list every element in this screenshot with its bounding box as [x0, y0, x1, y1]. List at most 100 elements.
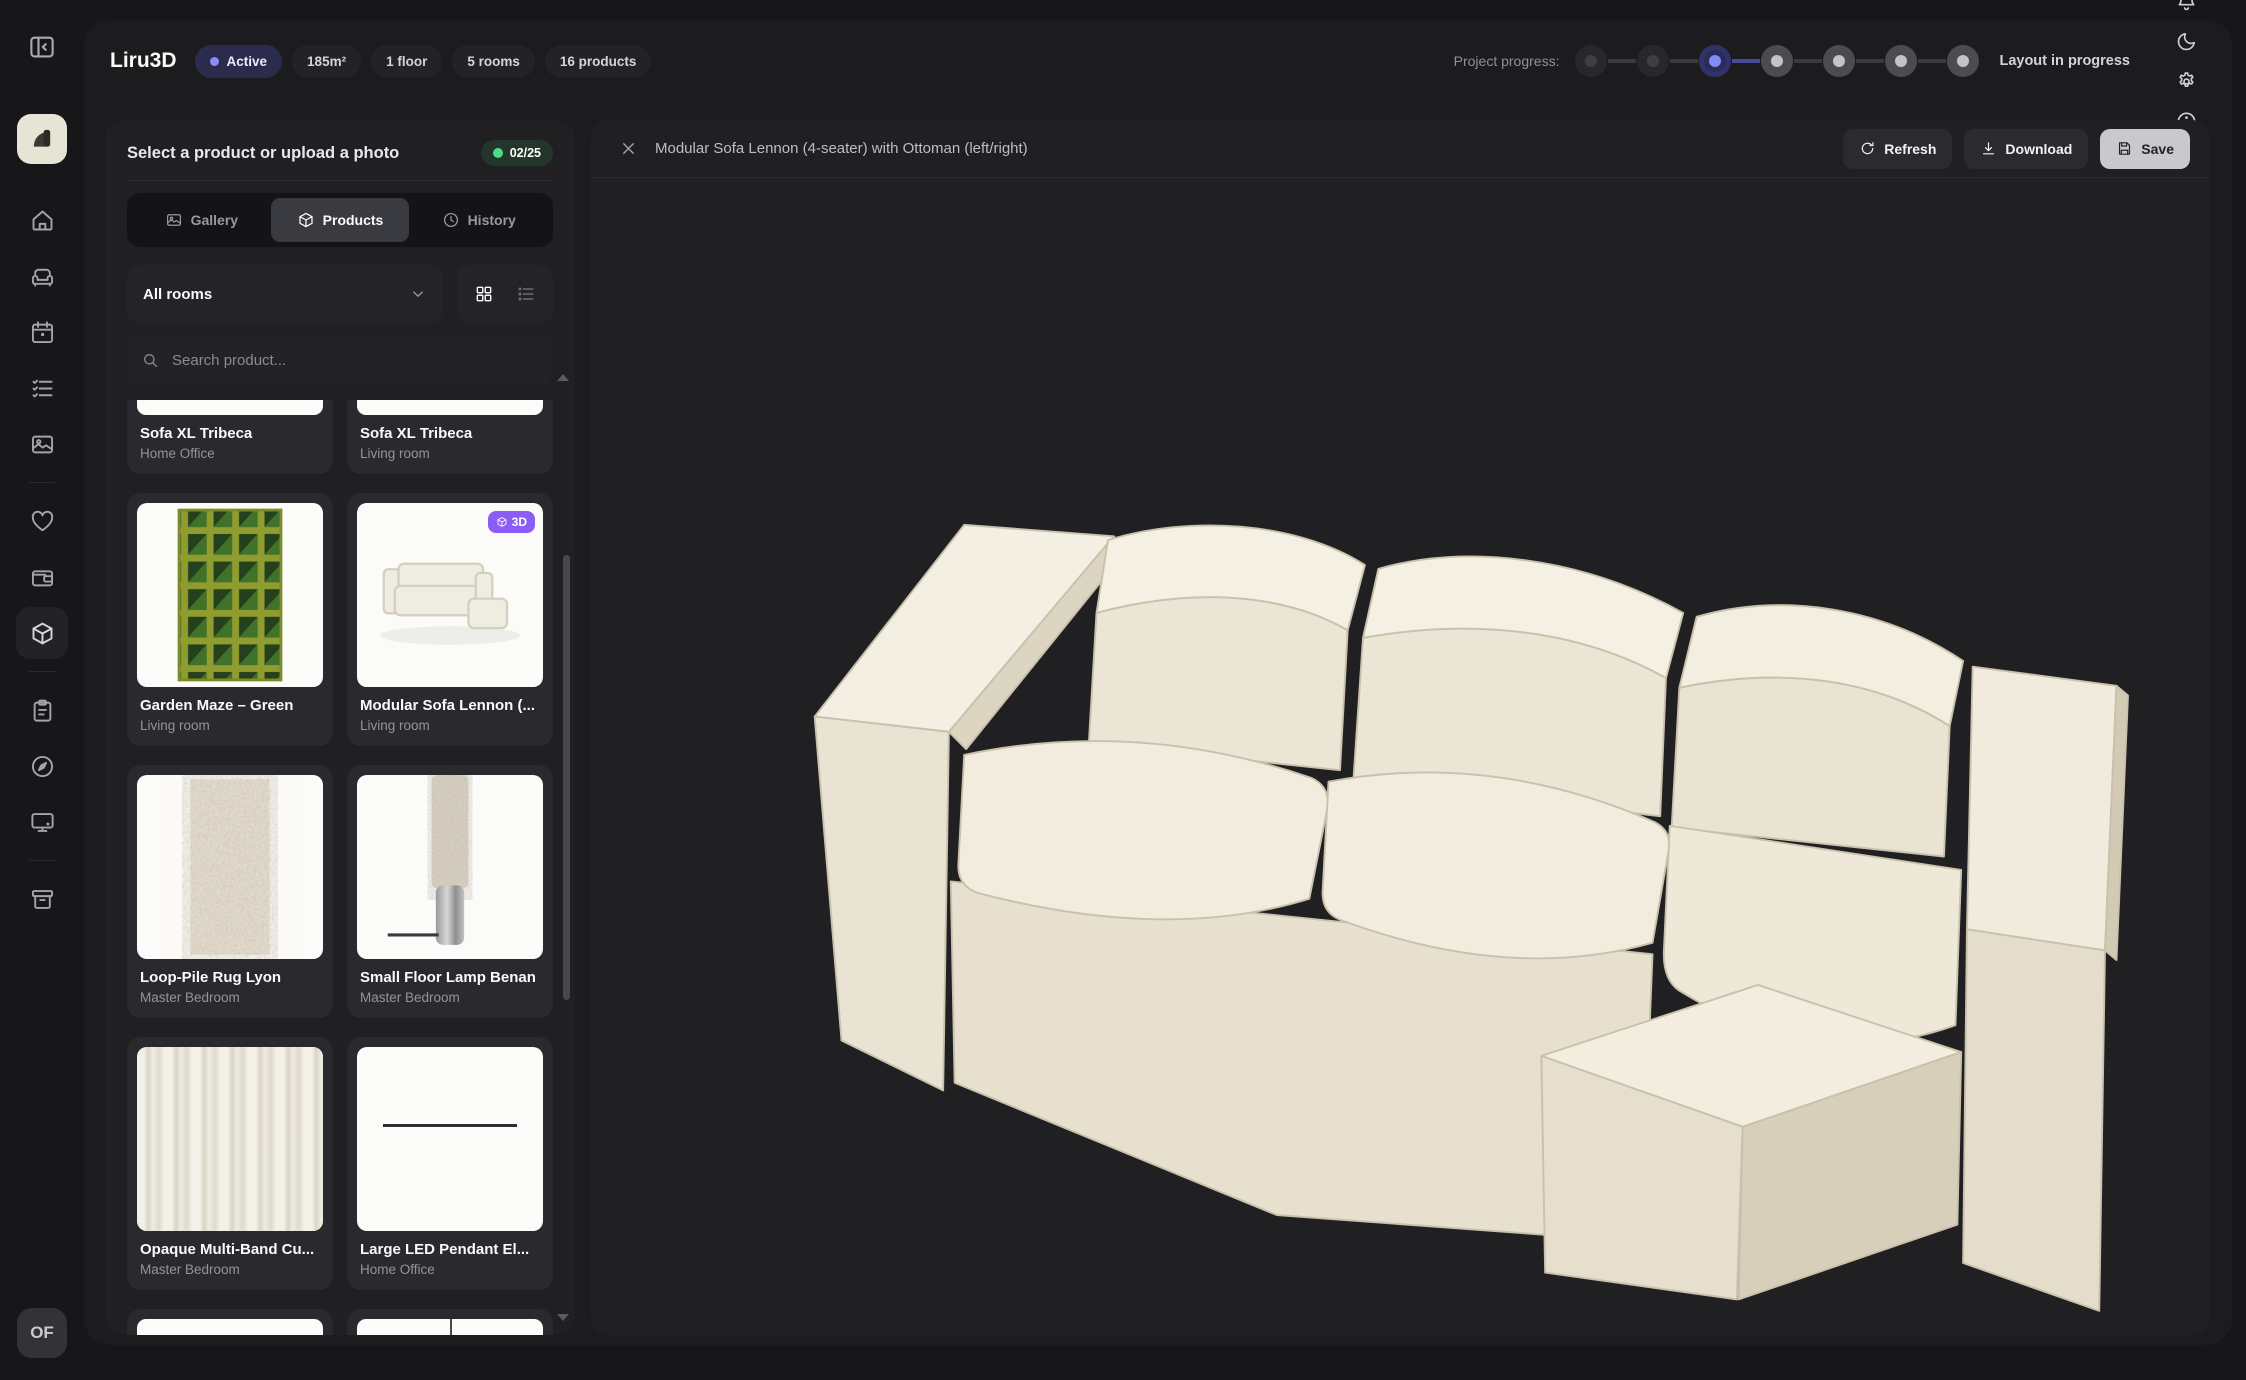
product-card[interactable]: 3DModular Sofa Lennon (... Living room: [347, 493, 553, 746]
product-name: Small Floor Lamp Benan: [347, 959, 553, 986]
sidebar-item-calendar[interactable]: [16, 306, 68, 358]
sidebar-item-tasks[interactable]: [16, 362, 68, 414]
progress-connector: [1918, 59, 1946, 63]
progress-dot-2[interactable]: [1637, 45, 1669, 77]
project-badge-0: 185m²: [292, 45, 361, 78]
user-avatar[interactable]: OF: [17, 1308, 67, 1358]
project-badge-3: 16 products: [545, 45, 652, 78]
download-button[interactable]: Download: [1964, 129, 2088, 169]
sidebar-item-archive[interactable]: [16, 873, 68, 925]
product-name: Sofa XL Tribeca: [347, 415, 553, 442]
sidebar-nav: [16, 192, 68, 927]
progress-dot-7[interactable]: [1947, 45, 1979, 77]
sidebar-item-favorites[interactable]: [16, 495, 68, 547]
progress-dot-4[interactable]: [1761, 45, 1793, 77]
sidebar-item-furniture[interactable]: [16, 250, 68, 302]
cube-icon: [496, 516, 508, 528]
home-icon: [29, 207, 56, 234]
status-badge: Active: [195, 45, 283, 78]
progress-dot-6[interactable]: [1885, 45, 1917, 77]
checklist-icon: [29, 375, 56, 402]
wallet-icon: [29, 564, 56, 591]
tab-gallery[interactable]: Gallery: [132, 198, 271, 242]
progress-dot-3[interactable]: [1699, 45, 1731, 77]
scroll-down-arrow[interactable]: [557, 1314, 569, 1321]
viewer-actions: Refresh Download Save: [1843, 129, 2190, 169]
product-room: Home Office: [127, 442, 333, 474]
left-rail: OF: [0, 0, 84, 1380]
project-badge-2: 5 rooms: [452, 45, 535, 78]
product-room: Master Bedroom: [347, 986, 553, 1018]
download-icon: [1980, 140, 1997, 157]
heart-icon: [29, 508, 56, 535]
room-filter-select[interactable]: All rooms: [127, 265, 443, 323]
product-room: Master Bedroom: [127, 1258, 333, 1290]
product-card[interactable]: Sofa XL Tribeca Living room: [347, 400, 553, 474]
sofa-icon: [29, 263, 56, 290]
image-icon: [29, 431, 56, 458]
gear-icon[interactable]: [2166, 61, 2206, 101]
search-input[interactable]: [170, 351, 539, 370]
sidebar-divider: [29, 482, 55, 483]
close-icon[interactable]: [611, 132, 645, 166]
sofa-3d-render[interactable]: [591, 178, 2210, 1335]
refresh-button[interactable]: Refresh: [1843, 129, 1952, 169]
save-icon: [2116, 140, 2133, 157]
progress-dot-5[interactable]: [1823, 45, 1855, 77]
product-card[interactable]: [347, 1309, 553, 1335]
product-room: Home Office: [347, 1258, 553, 1290]
project-badge-1: 1 floor: [371, 45, 442, 78]
product-card[interactable]: Small Floor Lamp Benan Master Bedroom: [347, 765, 553, 1018]
sidebar-item-orders[interactable]: [16, 684, 68, 736]
product-name: Large LED Pendant El...: [347, 1231, 553, 1258]
product-card[interactable]: Loop-Pile Rug Lyon Master Bedroom: [127, 765, 333, 1018]
bell-icon[interactable]: [2166, 0, 2206, 21]
status-dot: [210, 57, 219, 66]
product-card[interactable]: Opaque Multi-Band Cu... Master Bedroom: [127, 1037, 333, 1290]
grid-view-icon[interactable]: [466, 276, 502, 312]
product-name: Modular Sofa Lennon (...: [347, 687, 553, 714]
product-image: [137, 503, 323, 687]
sidebar-item-wallet[interactable]: [16, 551, 68, 603]
panel-header: Select a product or upload a photo 02/25: [105, 120, 575, 180]
liru3d-logo-icon: [28, 125, 56, 153]
monitor-star-icon: [29, 809, 56, 836]
sofa-3d-illustration: [761, 450, 2151, 1332]
product-image: [137, 400, 323, 415]
product-room: Master Bedroom: [127, 986, 333, 1018]
product-room: Living room: [127, 714, 333, 746]
clipboard-icon: [29, 697, 56, 724]
sidebar-item-products-3d[interactable]: [16, 607, 68, 659]
progress-connector: [1732, 59, 1760, 63]
clock-icon: [442, 211, 460, 229]
search-box: [127, 335, 553, 385]
gear-icon: [2175, 70, 2198, 93]
sidebar-item-gallery[interactable]: [16, 418, 68, 470]
app-logo[interactable]: [17, 114, 67, 164]
sidebar-item-devices[interactable]: [16, 796, 68, 848]
progress-status: Layout in progress: [1999, 53, 2130, 69]
product-card[interactable]: Sofa XL Tribeca Home Office: [127, 400, 333, 474]
product-card[interactable]: Garden Maze – Green Living room: [127, 493, 333, 746]
product-image: [357, 1047, 543, 1231]
product-card[interactable]: [127, 1309, 333, 1335]
save-button[interactable]: Save: [2100, 129, 2190, 169]
panel-collapse-icon[interactable]: [27, 32, 57, 62]
product-card[interactable]: Large LED Pendant El... Home Office: [347, 1037, 553, 1290]
counter-dot: [493, 148, 503, 158]
sidebar-item-explore[interactable]: [16, 740, 68, 792]
viewer-panel: Modular Sofa Lennon (4-seater) with Otto…: [591, 120, 2210, 1335]
panel-scrollbar-thumb[interactable]: [563, 555, 570, 1000]
progress-connector: [1856, 59, 1884, 63]
tab-products[interactable]: Products: [271, 198, 410, 242]
product-panel: Select a product or upload a photo 02/25…: [105, 120, 575, 1335]
progress-connector: [1608, 59, 1636, 63]
progress-dot-1[interactable]: [1575, 45, 1607, 77]
moon-icon[interactable]: [2166, 21, 2206, 61]
split-image: [450, 1319, 452, 1335]
sidebar-item-home[interactable]: [16, 194, 68, 246]
scroll-up-arrow[interactable]: [557, 374, 569, 381]
tab-history[interactable]: History: [409, 198, 548, 242]
list-view-icon[interactable]: [508, 276, 544, 312]
product-image: [357, 775, 543, 959]
